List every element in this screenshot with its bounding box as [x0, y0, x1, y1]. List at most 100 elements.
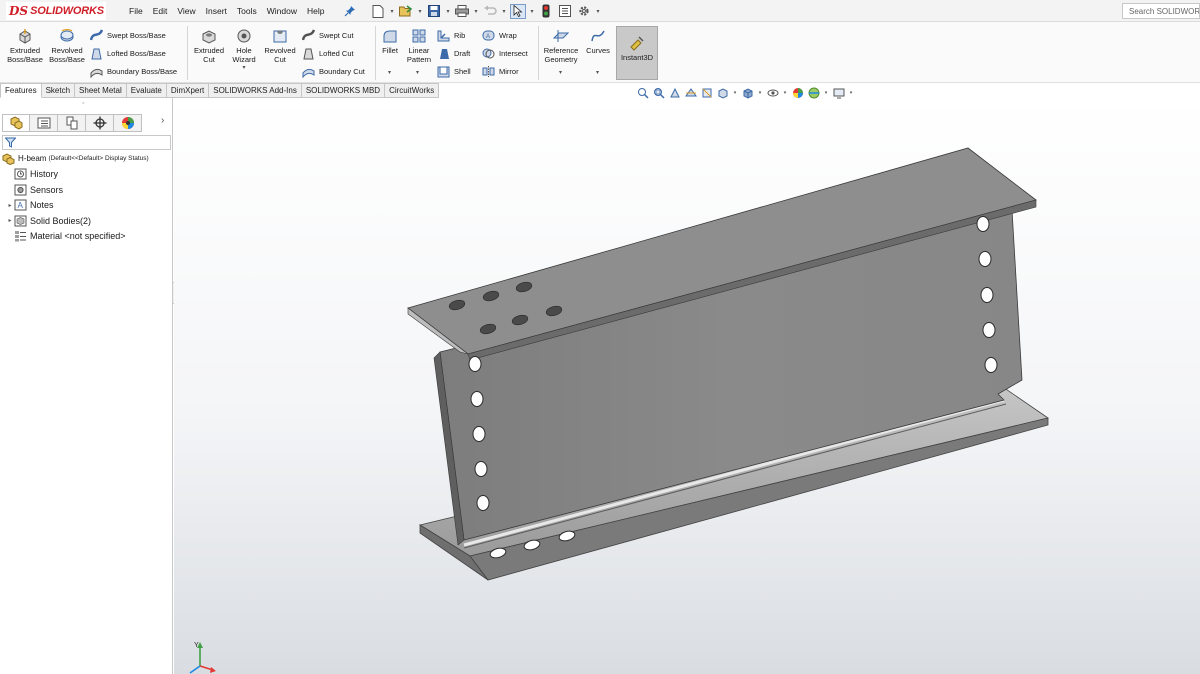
boundary-cut-button[interactable]: Boundary Cut	[302, 65, 365, 78]
graphics-area[interactable]	[174, 99, 1200, 674]
tree-item-history[interactable]: History	[0, 167, 172, 183]
hole	[982, 322, 996, 338]
apply-scene-dropdown-icon[interactable]: ▾	[823, 87, 829, 100]
view-settings-icon[interactable]	[832, 87, 845, 100]
open-icon[interactable]	[398, 4, 414, 19]
print-dropdown-icon[interactable]: ▾	[473, 4, 479, 19]
draft-button[interactable]: Draft	[437, 47, 470, 60]
new-document-icon[interactable]	[370, 4, 386, 19]
tab-sheet-metal[interactable]: Sheet Metal	[75, 83, 127, 98]
more-tabs-chevron-icon[interactable]: ›	[161, 115, 164, 126]
menu-file[interactable]: File	[124, 6, 148, 16]
display-style-dropdown-icon[interactable]: ▾	[757, 87, 763, 100]
swept-boss-icon	[90, 29, 103, 41]
menu-tools[interactable]: Tools	[232, 6, 262, 16]
revolved-boss-button[interactable]: Revolved Boss/Base	[48, 28, 86, 64]
view-settings-dropdown-icon[interactable]: ▾	[848, 87, 854, 100]
boundary-boss-button[interactable]: Boundary Boss/Base	[90, 65, 177, 78]
revolved-cut-button[interactable]: Revolved Cut	[262, 28, 298, 64]
extruded-cut-button[interactable]: Extruded Cut	[190, 28, 228, 64]
reference-geometry-button[interactable]: Reference Geometry	[541, 28, 581, 64]
solidworks-logo[interactable]: DS SOLIDWORKS	[6, 2, 106, 20]
rib-button[interactable]: Rib	[437, 29, 465, 42]
linear-pattern-dropdown-icon[interactable]: ▾	[416, 69, 419, 76]
menu-edit[interactable]: Edit	[148, 6, 173, 16]
new-dropdown-icon[interactable]: ▾	[389, 4, 395, 19]
lofted-boss-button[interactable]: Lofted Boss/Base	[90, 47, 166, 60]
save-dropdown-icon[interactable]: ▾	[445, 4, 451, 19]
mirror-button[interactable]: Mirror	[482, 65, 519, 78]
fillet-button[interactable]: Fillet	[378, 28, 402, 55]
tree-item-notes[interactable]: ▸ A Notes	[0, 198, 172, 214]
previous-view-icon[interactable]	[668, 87, 681, 100]
curves-dropdown-icon[interactable]: ▾	[596, 69, 599, 76]
tab-circuitworks[interactable]: CircuitWorks	[385, 83, 440, 98]
tab-sketch[interactable]: Sketch	[41, 83, 76, 98]
hide-show-items-icon[interactable]	[766, 87, 779, 100]
shell-button[interactable]: Shell	[437, 65, 471, 78]
tab-solidworks-mbd[interactable]: SOLIDWORKS MBD	[301, 83, 386, 98]
tree-item-material[interactable]: Material <not specified>	[0, 229, 172, 245]
menu-window[interactable]: Window	[262, 6, 302, 16]
reference-geometry-dropdown-icon[interactable]: ▾	[559, 69, 562, 76]
dimxpert-manager-tab-icon[interactable]	[86, 114, 114, 132]
zoom-to-fit-icon[interactable]	[636, 87, 649, 100]
feature-manager-tab-icon[interactable]	[2, 114, 30, 132]
section-view-icon[interactable]	[684, 87, 697, 100]
tab-dimxpert[interactable]: DimXpert	[166, 83, 210, 98]
menu-insert[interactable]: Insert	[201, 6, 232, 16]
search-box[interactable]: ? Search SOLIDWORKS	[1122, 3, 1200, 19]
tree-item-sensors[interactable]: Sensors	[0, 182, 172, 198]
instant3d-button[interactable]: Instant3D	[616, 26, 658, 80]
pin-icon[interactable]	[344, 5, 356, 17]
tab-features[interactable]: Features	[0, 83, 42, 98]
expand-arrow-icon[interactable]: ▸	[6, 217, 14, 224]
fillet-dropdown-icon[interactable]: ▾	[388, 69, 391, 76]
swept-boss-button[interactable]: Swept Boss/Base	[90, 29, 166, 42]
tree-root-part[interactable]: H-beam (Default<<Default> Display Status…	[0, 151, 172, 167]
hole-wizard-dropdown-icon[interactable]: ▾	[242, 64, 245, 73]
select-dropdown-icon[interactable]: ▾	[529, 4, 535, 19]
print-icon[interactable]	[454, 4, 470, 19]
expand-arrow-icon[interactable]: ▸	[6, 202, 14, 209]
select-icon[interactable]	[510, 3, 526, 19]
file-properties-icon[interactable]	[557, 4, 573, 19]
wrap-button[interactable]: A Wrap	[482, 29, 517, 42]
view-orientation-dropdown-icon[interactable]: ▾	[732, 87, 738, 100]
rebuild-icon[interactable]	[538, 4, 554, 19]
lofted-boss-label: Lofted Boss/Base	[107, 49, 166, 58]
tab-evaluate[interactable]: Evaluate	[126, 83, 167, 98]
tree-item-solid-bodies[interactable]: ▸ Solid Bodies(2)	[0, 213, 172, 229]
display-manager-tab-icon[interactable]	[114, 114, 142, 132]
menu-view[interactable]: View	[172, 6, 200, 16]
dynamic-annotation-icon[interactable]	[700, 87, 713, 100]
curves-button[interactable]: Curves	[584, 28, 612, 55]
tree-item-label: Sensors	[30, 184, 64, 195]
display-style-icon[interactable]	[741, 87, 754, 100]
search-input[interactable]: Search SOLIDWORKS	[1129, 7, 1199, 16]
extruded-boss-button[interactable]: Extruded Boss/Base	[6, 28, 44, 64]
undo-dropdown-icon[interactable]: ▾	[501, 4, 507, 19]
apply-scene-icon[interactable]	[807, 87, 820, 100]
lofted-cut-button[interactable]: Lofted Cut	[302, 47, 354, 60]
options-dropdown-icon[interactable]: ▾	[595, 4, 601, 19]
open-dropdown-icon[interactable]: ▾	[417, 4, 423, 19]
undo-icon[interactable]	[482, 4, 498, 19]
hide-show-dropdown-icon[interactable]: ▾	[782, 87, 788, 100]
edit-appearance-icon[interactable]	[791, 87, 804, 100]
property-manager-tab-icon[interactable]	[30, 114, 58, 132]
save-icon[interactable]	[426, 4, 442, 19]
linear-pattern-button[interactable]: Linear Pattern	[404, 28, 434, 64]
hole-wizard-button[interactable]: Hole Wizard ▾	[229, 28, 259, 73]
options-icon[interactable]	[576, 4, 592, 19]
tree-filter[interactable]	[2, 135, 171, 150]
menu-help[interactable]: Help	[302, 6, 329, 16]
swept-cut-button[interactable]: Swept Cut	[302, 29, 354, 42]
zoom-to-area-icon[interactable]	[652, 87, 665, 100]
tab-solidworks-add-ins[interactable]: SOLIDWORKS Add-Ins	[209, 83, 302, 98]
configuration-manager-tab-icon[interactable]	[58, 114, 86, 132]
panel-collapse-handle[interactable]: ◦	[82, 100, 84, 107]
intersect-button[interactable]: Intersect	[482, 47, 528, 60]
app-name: SOLIDWORKS	[30, 5, 104, 17]
view-orientation-icon[interactable]	[716, 87, 729, 100]
